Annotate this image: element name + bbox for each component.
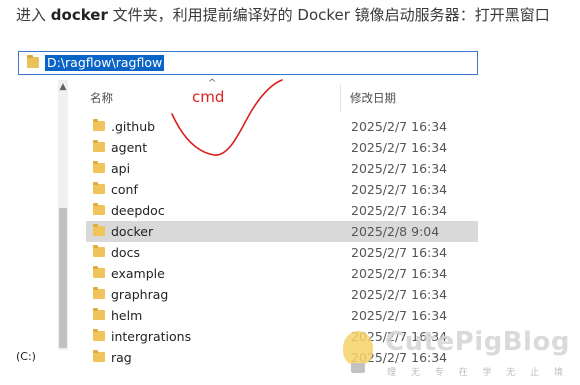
lightbulb-base-icon (351, 363, 365, 373)
watermark-title: CutePigBlog (385, 327, 570, 357)
lightbulb-icon (343, 331, 373, 365)
watermark: CutePigBlog 理 无 专 在 学 无 止 境 (335, 325, 575, 383)
watermark-subtitle: 理 无 专 在 学 无 止 境 (387, 368, 570, 378)
annotation-text: cmd (192, 88, 225, 106)
